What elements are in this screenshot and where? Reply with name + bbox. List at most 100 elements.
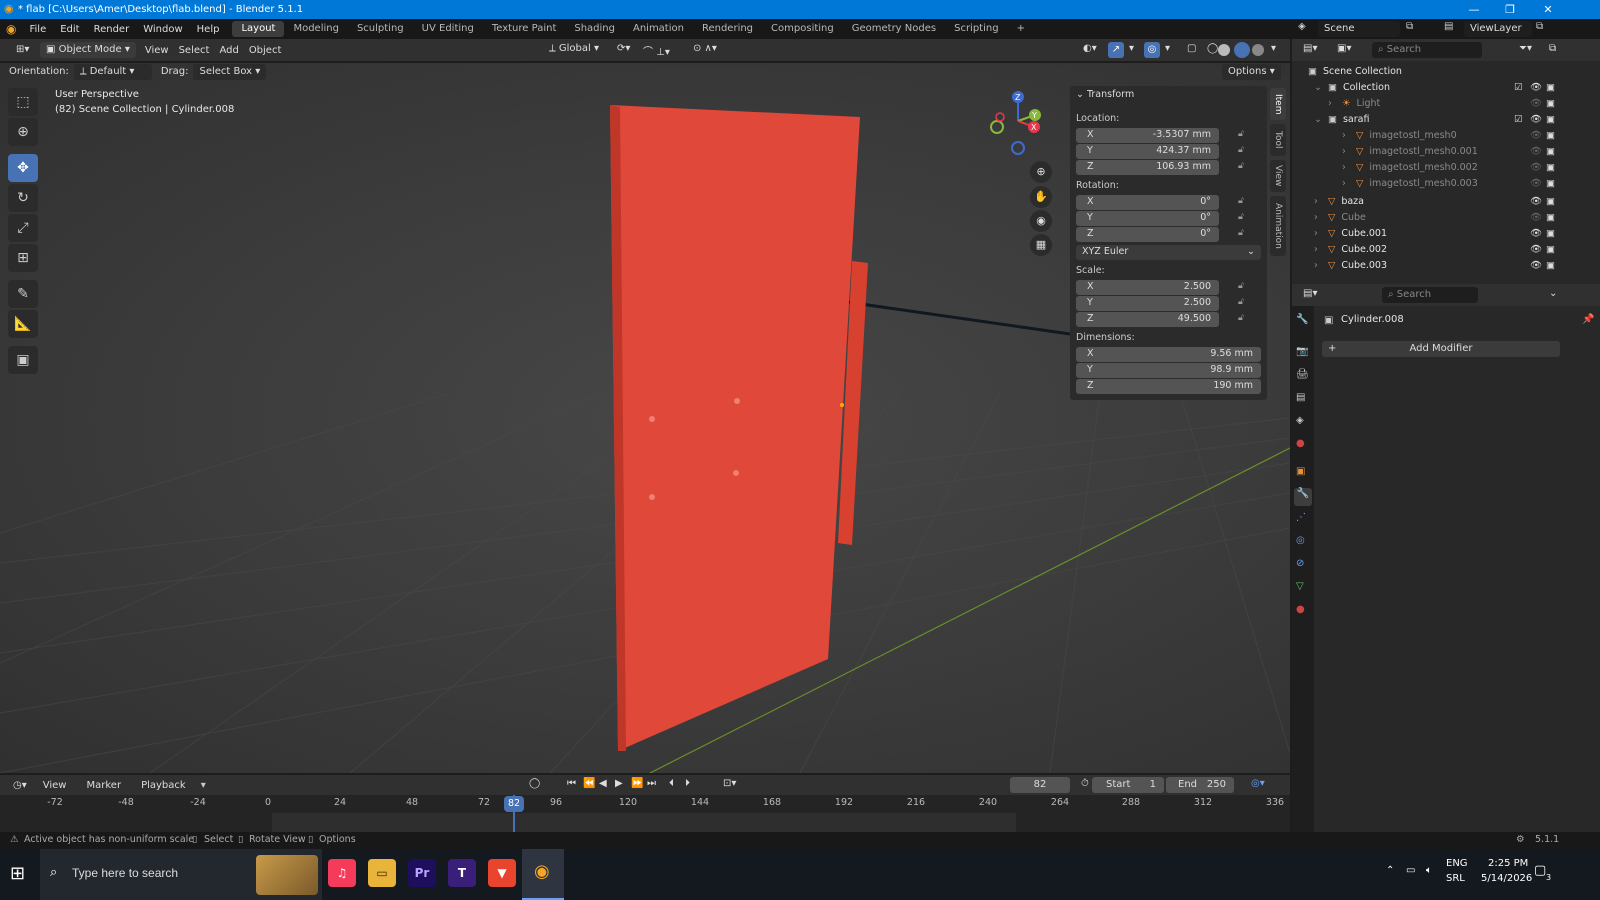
chevron-right-icon[interactable]: › (1328, 98, 1338, 109)
tab-compositing[interactable]: Compositing (762, 21, 843, 37)
clock-date[interactable]: 5/14/2026 (1481, 873, 1532, 884)
visibility-eye-icon[interactable]: 👁︎ (1530, 162, 1542, 173)
file-explorer-icon[interactable]: ▭ (368, 859, 396, 887)
transform-header[interactable]: ⌄ Transform (1076, 89, 1134, 100)
editor-type-icon[interactable]: ▤▾ (1298, 43, 1322, 54)
perspective-toggle-icon[interactable]: ▦ (1030, 234, 1052, 256)
overlay-toggle-icon[interactable]: ◎ (1144, 42, 1160, 58)
visibility-eye-icon[interactable]: 👁︎ (1530, 178, 1542, 189)
outliner-search-input[interactable]: ⌕ Search (1372, 42, 1482, 58)
render-camera-icon[interactable]: ▣ (1546, 212, 1555, 223)
outliner-row[interactable]: › ▽ Cube 👁︎ ▣ (1292, 209, 1600, 225)
tool-tab-icon[interactable]: 🔧 (1296, 314, 1308, 325)
tab-geometry-nodes[interactable]: Geometry Nodes (843, 21, 945, 37)
mode-dropdown[interactable]: ▣ Object Mode ▾ (40, 42, 136, 58)
material-shading-icon[interactable] (1234, 42, 1250, 58)
blender-taskbar-button[interactable]: ◉ (522, 849, 564, 900)
outliner-row[interactable]: › ▽ imagetostl_mesh0.001 👁︎ ▣ (1292, 143, 1600, 159)
sync-icon[interactable]: ◎▾ (1246, 778, 1270, 789)
volume-icon[interactable]: 🔈︎ (1426, 865, 1432, 876)
menu-item-window[interactable]: Window (136, 24, 189, 35)
menu-item-file[interactable]: File (22, 24, 53, 35)
add-workspace-button[interactable]: + (1008, 21, 1034, 37)
menu-item-help[interactable]: Help (190, 24, 227, 35)
minimize-button[interactable]: — (1455, 0, 1493, 19)
object-menu[interactable]: Object (244, 45, 287, 56)
start-frame-field[interactable]: Start 1 (1092, 777, 1164, 793)
select-menu[interactable]: Select (174, 45, 215, 56)
dimensions-x-field[interactable]: X 9.56 mm (1076, 347, 1261, 362)
menu-item-edit[interactable]: Edit (53, 24, 86, 35)
display-mode-icon[interactable]: ▣▾ (1332, 43, 1356, 54)
annotate-tool-icon[interactable]: ✎ (8, 280, 38, 308)
lock-icon[interactable]: 🔓︎ (1238, 212, 1244, 222)
chevron-right-icon[interactable]: › (1314, 244, 1324, 255)
visibility-eye-icon[interactable]: 👁︎ (1530, 146, 1542, 157)
rotation-z-field[interactable]: Z 0° (1076, 227, 1219, 242)
render-tab-icon[interactable]: 📷 (1296, 346, 1308, 357)
tab-layout[interactable]: Layout (232, 21, 285, 37)
location-y-field[interactable]: Y 424.37 mm (1076, 144, 1219, 159)
visibility-eye-icon[interactable]: 👁︎ (1530, 82, 1542, 93)
tab-scripting[interactable]: Scripting (945, 21, 1007, 37)
windows-start-icon[interactable]: ⊞ (10, 863, 25, 884)
outliner-row[interactable]: › ▽ imagetostl_mesh0 👁︎ ▣ (1292, 127, 1600, 143)
exclude-checkbox[interactable]: ☑ (1514, 82, 1523, 93)
timeline-ruler[interactable]: -72 -48 -24 0 24 48 72 96 120 144 168 192 216 240 264 2… (0, 795, 1290, 832)
chevron-right-icon[interactable]: › (1342, 178, 1352, 189)
rotation-mode-dropdown[interactable]: XYZ Euler ⌄ (1076, 245, 1261, 260)
tab-item[interactable]: Item (1270, 88, 1286, 120)
shading-dropdown-icon[interactable]: ▾ (1266, 43, 1281, 54)
tab-sculpting[interactable]: Sculpting (348, 21, 413, 37)
constraints-tab-icon[interactable]: ⊘ (1296, 558, 1304, 569)
premiere-pro-icon[interactable]: Pr (408, 859, 436, 887)
outliner-row[interactable]: ⌄ ▣ sarafi 👁︎ ▣ ☑ (1292, 111, 1600, 127)
drag-dropdown[interactable]: Select Box ▾ (193, 63, 267, 80)
scale-x-field[interactable]: X 2.500 (1076, 280, 1219, 295)
current-frame-field[interactable]: 82 (1010, 777, 1070, 793)
editor-type-icon[interactable]: ◷▾ (8, 780, 32, 791)
visibility-eye-icon[interactable]: 👁︎ (1530, 228, 1542, 239)
brave-browser-icon[interactable]: ▼ (488, 859, 516, 887)
render-camera-icon[interactable]: ▣ (1546, 228, 1555, 239)
lock-icon[interactable]: 🔓︎ (1238, 196, 1244, 206)
music-app-icon[interactable]: ♫ (328, 859, 356, 887)
outliner-row[interactable]: › ☀ Light 👁︎ ▣ (1292, 95, 1600, 111)
solid-shading-icon[interactable] (1218, 44, 1230, 56)
timeline-menu-playback[interactable]: Playback (136, 780, 191, 791)
render-camera-icon[interactable]: ▣ (1546, 130, 1555, 141)
tab-rendering[interactable]: Rendering (693, 21, 762, 37)
pan-hand-icon[interactable]: ✋ (1030, 186, 1052, 208)
chevron-right-icon[interactable]: › (1314, 260, 1324, 271)
object-tab-icon[interactable]: ▣ (1296, 466, 1305, 477)
modifier-tab-icon[interactable]: 🔧 (1294, 488, 1312, 506)
cursor-tool-icon[interactable]: ⊕ (8, 118, 38, 146)
render-camera-icon[interactable]: ▣ (1546, 114, 1555, 125)
scale-y-field[interactable]: Y 2.500 (1076, 296, 1219, 311)
jump-end-icon[interactable]: ⏭ (642, 778, 661, 789)
xray-icon[interactable]: ▢ (1182, 43, 1201, 54)
particles-tab-icon[interactable]: ⋰ (1296, 512, 1306, 523)
exclude-checkbox[interactable]: ☑ (1514, 114, 1523, 125)
move-tool-icon[interactable]: ✥ (8, 154, 38, 182)
timeline-menu-view[interactable]: View (38, 780, 72, 791)
lock-icon[interactable]: 🔓︎ (1238, 297, 1244, 307)
chevron-right-icon[interactable]: › (1314, 228, 1324, 239)
properties-search-input[interactable]: ⌕ Search (1382, 287, 1478, 303)
navigation-gizmo[interactable]: Z Y X (985, 89, 1051, 159)
outliner-row[interactable]: › ▽ baza 👁︎ ▣ (1292, 193, 1600, 209)
outliner-row[interactable]: › ▽ Cube.002 👁︎ ▣ (1292, 241, 1600, 257)
outliner-row[interactable]: › ▽ Cube.003 👁︎ ▣ (1292, 257, 1600, 273)
tab-uv-editing[interactable]: UV Editing (413, 21, 483, 37)
world-tab-icon[interactable]: ● (1296, 438, 1305, 449)
gizmo-dropdown-icon[interactable]: ▾ (1124, 43, 1139, 54)
menu-item-render[interactable]: Render (87, 24, 137, 35)
visibility-eye-icon[interactable]: 👁︎ (1530, 212, 1542, 223)
options-dropdown[interactable]: Options ▾ (1222, 64, 1281, 80)
visibility-eye-icon[interactable]: 👁︎ (1530, 244, 1542, 255)
visibility-icon[interactable]: ◐▾ (1078, 43, 1102, 54)
chevron-down-icon[interactable]: ⌄ (1314, 82, 1324, 93)
proportional-edit-icon[interactable]: ⊙ ∧▾ (688, 43, 722, 54)
network-tray-icon[interactable]: ▭ (1406, 865, 1415, 876)
lock-icon[interactable]: 🔓︎ (1238, 313, 1244, 323)
